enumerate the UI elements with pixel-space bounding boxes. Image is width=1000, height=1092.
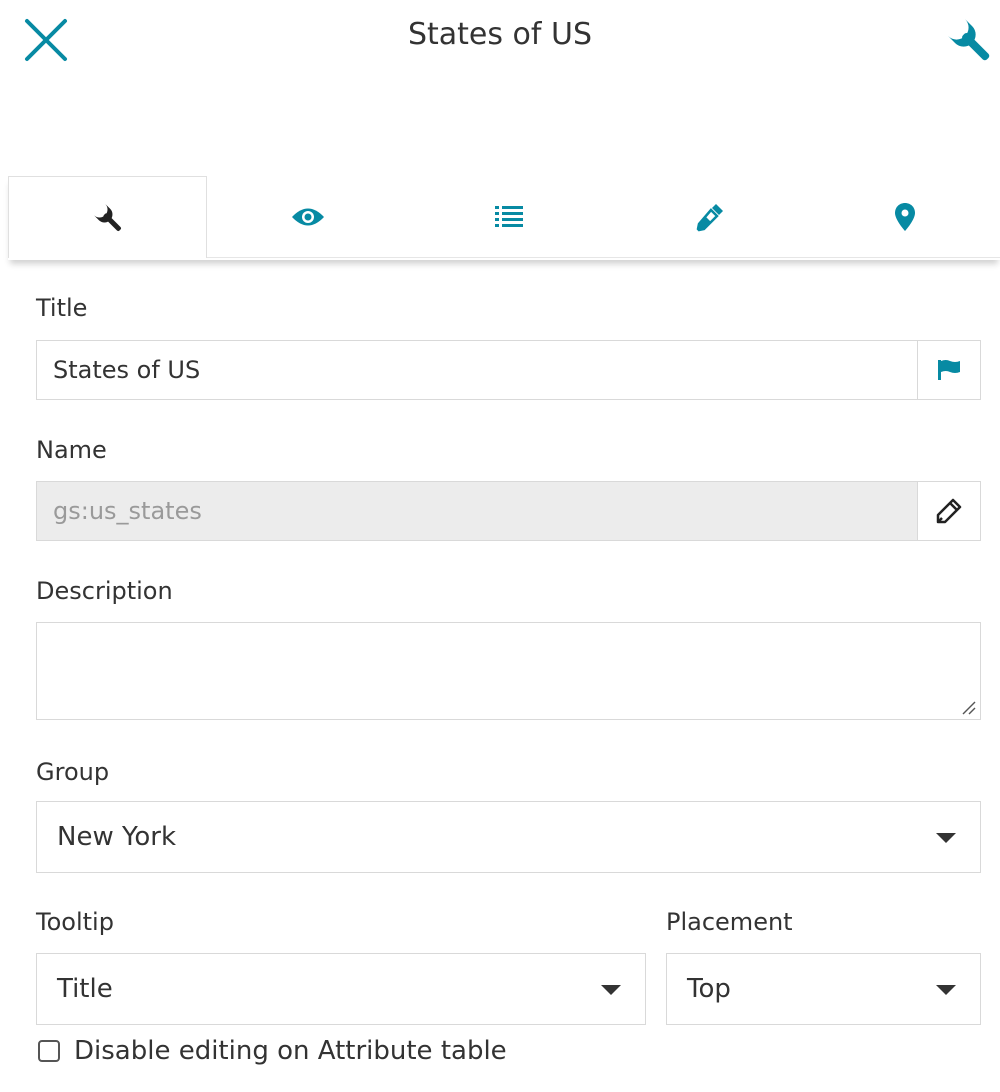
placement-label: Placement [666,908,793,936]
disable-editing-checkbox[interactable] [38,1040,60,1062]
tooltip-label: Tooltip [36,908,114,936]
settings-button[interactable] [944,18,996,64]
eye-icon [291,208,324,225]
edit-name-button[interactable] [917,482,980,540]
translate-title-button[interactable] [917,341,980,399]
list-icon [494,205,523,227]
description-textarea[interactable] [36,622,981,720]
group-select-value: New York [57,822,177,852]
eyedropper-icon [696,203,723,231]
wrench-icon [947,18,990,61]
flag-icon [938,360,960,380]
tab-feature-info[interactable] [810,176,1000,258]
chevron-down-icon [936,985,956,995]
tab-display[interactable] [207,176,408,258]
tab-fields[interactable] [408,176,609,258]
settings-tabs [8,176,1000,260]
group-label: Group [36,758,110,786]
disable-editing-row: Disable editing on Attribute table [38,1034,507,1068]
name-field: gs:us_states [36,481,981,541]
pencil-icon [936,498,962,524]
title-label: Title [36,294,88,322]
tab-style[interactable] [609,176,810,258]
title-input-value[interactable]: States of US [53,341,200,399]
title-field[interactable]: States of US [36,340,981,400]
name-label: Name [36,436,107,464]
chevron-down-icon [936,833,956,843]
chevron-down-icon [601,985,621,995]
panel-title: States of US [407,17,593,52]
placement-select-value: Top [687,974,731,1004]
disable-editing-label: Disable editing on Attribute table [74,1036,507,1066]
panel-header: States of US [0,0,1000,80]
placement-select[interactable]: Top [666,953,981,1025]
resize-handle-icon[interactable] [960,699,976,715]
tab-general[interactable] [8,176,207,258]
wrench-icon [92,202,121,231]
name-input-value: gs:us_states [53,497,202,525]
tooltip-select-value: Title [57,974,113,1004]
map-marker-icon [895,202,915,231]
tooltip-select[interactable]: Title [36,953,646,1025]
description-label: Description [36,577,173,605]
group-select[interactable]: New York [36,801,981,873]
